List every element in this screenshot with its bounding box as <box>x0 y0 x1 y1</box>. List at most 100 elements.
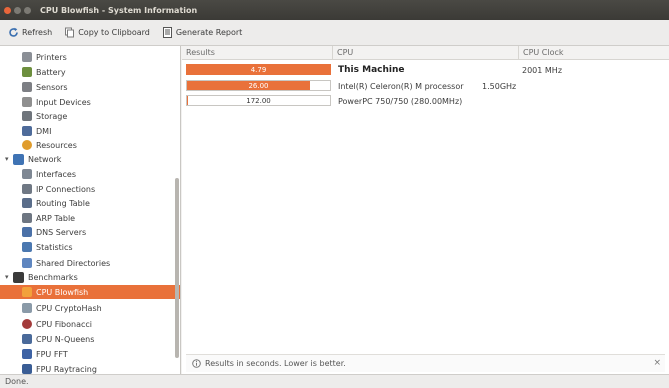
network-icon <box>13 153 24 165</box>
battery-icon <box>22 67 32 77</box>
cpu-clock: 1.50GHz <box>482 82 517 91</box>
blowfish-icon <box>22 287 32 297</box>
interfaces-icon <box>22 169 32 179</box>
column-header-results[interactable]: Results <box>182 46 332 60</box>
keyboard-icon <box>22 97 32 107</box>
status-text: Done. <box>5 377 29 386</box>
toolbar: Refresh Copy to Clipboard Generate Repor… <box>0 20 669 46</box>
column-header-cpu[interactable]: CPU <box>332 46 518 60</box>
expander-down-icon[interactable]: ▾ <box>5 274 11 281</box>
cpu-name: Intel(R) Celeron(R) M processor <box>338 82 464 91</box>
sidebar-item-fpu-fft[interactable]: FPU FFT <box>22 347 68 361</box>
refresh-button[interactable]: Refresh <box>8 27 52 38</box>
minimize-window-button[interactable] <box>14 6 21 14</box>
copy-label: Copy to Clipboard <box>78 28 150 37</box>
sidebar-item-label: FPU FFT <box>36 349 68 359</box>
cpu-clock: 2001 MHz <box>522 66 563 75</box>
info-icon <box>192 359 201 368</box>
result-value: 26.00 <box>248 81 269 90</box>
sidebar-item-ip-connections[interactable]: IP Connections <box>22 182 95 196</box>
fft-icon <box>22 349 32 359</box>
sidebar-item-label: FPU Raytracing <box>36 364 97 374</box>
refresh-label: Refresh <box>22 28 53 37</box>
copy-to-clipboard-button[interactable]: Copy to Clipboard <box>64 27 150 38</box>
sidebar: Printers Battery Sensors Input Devices S… <box>0 46 181 374</box>
column-header-label: CPU <box>337 48 354 57</box>
ip-connections-icon <box>22 184 32 194</box>
sidebar-item-sensors[interactable]: Sensors <box>22 80 68 94</box>
sidebar-item-label: Statistics <box>36 242 73 252</box>
sidebar-item-label: Shared Directories <box>36 258 111 268</box>
sidebar-item-label: Battery <box>36 67 66 77</box>
sidebar-item-label: DMI <box>36 126 52 136</box>
sidebar-item-label: Input Devices <box>36 97 91 107</box>
sidebar-item-fpu-raytracing[interactable]: FPU Raytracing <box>22 362 97 374</box>
sidebar-item-cpu-cryptohash[interactable]: CPU CryptoHash <box>22 301 102 315</box>
sidebar-category-network[interactable]: ▾ Network <box>5 152 61 166</box>
sidebar-item-dmi[interactable]: DMI <box>22 124 51 138</box>
clipboard-icon <box>64 27 75 38</box>
sidebar-item-resources[interactable]: Resources <box>22 138 77 152</box>
resources-icon <box>22 140 32 150</box>
storage-icon <box>22 111 32 121</box>
report-label: Generate Report <box>175 28 243 37</box>
sidebar-item-cpu-fibonacci[interactable]: CPU Fibonacci <box>22 317 92 331</box>
sidebar-item-label: Benchmarks <box>28 272 78 282</box>
sidebar-item-label: Resources <box>36 140 77 150</box>
result-bar: 26.00 <box>186 80 331 91</box>
sidebar-item-label: CPU CryptoHash <box>36 303 102 313</box>
sidebar-item-interfaces[interactable]: Interfaces <box>22 167 76 181</box>
report-icon <box>162 27 173 38</box>
sidebar-item-routing-table[interactable]: Routing Table <box>22 196 90 210</box>
window-title: CPU Blowfish - System Information <box>40 5 198 15</box>
sidebar-category-benchmarks[interactable]: ▾ Benchmarks <box>5 270 78 284</box>
sidebar-item-label: Interfaces <box>36 169 76 179</box>
cryptohash-icon <box>22 303 32 313</box>
cpu-name: PowerPC 750/750 (280.00MHz) <box>338 97 463 106</box>
title-bar: CPU Blowfish - System Information <box>0 0 669 20</box>
results-panel: Results CPU CPU Clock 4.79 This Machine … <box>182 46 669 374</box>
sidebar-item-label: Sensors <box>36 82 68 92</box>
sidebar-item-storage[interactable]: Storage <box>22 109 67 123</box>
sidebar-item-printers[interactable]: Printers <box>22 50 67 64</box>
result-value: 172.00 <box>246 96 271 105</box>
sidebar-item-shared-directories[interactable]: Shared Directories <box>22 256 110 270</box>
sidebar-item-input-devices[interactable]: Input Devices <box>22 95 91 109</box>
sidebar-item-label: Storage <box>36 111 68 121</box>
column-header-label: Results <box>186 48 215 57</box>
folder-icon <box>22 258 32 268</box>
close-hint-icon[interactable]: × <box>653 358 661 368</box>
results-hint-text: Results in seconds. Lower is better. <box>205 359 346 368</box>
sidebar-item-battery[interactable]: Battery <box>22 65 66 79</box>
maximize-window-button[interactable] <box>24 6 31 14</box>
result-bar-fill <box>187 96 189 105</box>
sidebar-item-arp-table[interactable]: ARP Table <box>22 211 75 225</box>
expander-down-icon[interactable]: ▾ <box>5 156 11 163</box>
arp-icon <box>22 213 32 223</box>
statistics-icon <box>22 242 32 252</box>
sidebar-item-label: DNS Servers <box>36 227 87 237</box>
sidebar-item-label: Network <box>28 154 62 164</box>
column-header-cpu-clock[interactable]: CPU Clock <box>518 46 669 60</box>
sidebar-scrollbar[interactable] <box>175 178 179 358</box>
generate-report-button[interactable]: Generate Report <box>162 27 242 38</box>
result-bar: 4.79 <box>186 64 331 75</box>
sidebar-item-label: CPU Fibonacci <box>36 319 93 329</box>
close-window-button[interactable] <box>4 6 11 14</box>
column-header-label: CPU Clock <box>523 48 564 57</box>
result-bar: 172.00 <box>186 95 331 106</box>
routing-icon <box>22 198 32 208</box>
sidebar-item-label: IP Connections <box>36 184 96 194</box>
sidebar-item-label: Printers <box>36 52 67 62</box>
sidebar-item-cpu-blowfish[interactable]: CPU Blowfish <box>0 285 180 299</box>
sidebar-item-dns-servers[interactable]: DNS Servers <box>22 225 86 239</box>
sidebar-item-cpu-n-queens[interactable]: CPU N-Queens <box>22 332 94 346</box>
results-hint-bar: Results in seconds. Lower is better. × <box>186 354 665 372</box>
sidebar-item-statistics[interactable]: Statistics <box>22 240 73 254</box>
printer-icon <box>22 52 32 62</box>
status-bar: Done. <box>0 374 669 388</box>
sidebar-item-label: CPU Blowfish <box>36 287 89 297</box>
refresh-icon <box>8 27 19 38</box>
dmi-icon <box>22 126 32 136</box>
benchmarks-icon <box>13 271 24 283</box>
